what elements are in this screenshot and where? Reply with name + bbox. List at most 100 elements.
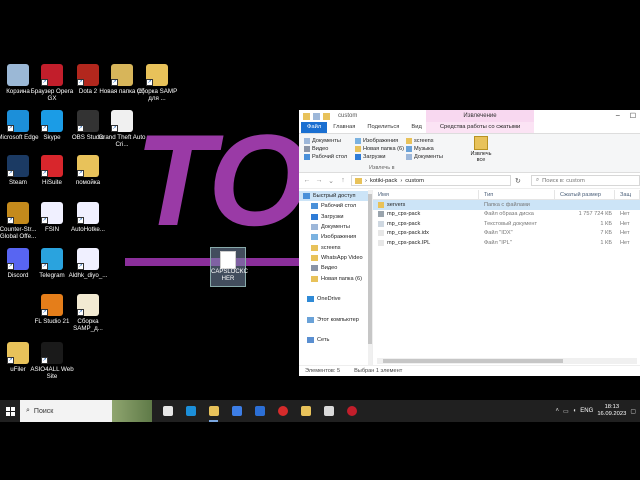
nav-item[interactable]: screens [299,242,372,252]
desktop-icon-label: AutoHotke... [70,226,106,233]
properties-icon[interactable] [313,112,320,120]
maximize-button[interactable]: ☐ [630,112,636,120]
nav-item[interactable]: Загрузки [299,212,372,222]
volume-icon[interactable]: ◖ [573,408,577,414]
ribbon-item[interactable]: Видео [304,145,347,153]
minimize-button[interactable]: – [616,112,620,120]
scrollbar-thumb[interactable] [383,359,563,363]
desktop-icon[interactable]: ↗ Grand Theft Auto Cri... [96,110,148,158]
nav-item[interactable]: WhatsApp Video [299,253,372,263]
shortcut-arrow-icon: ↗ [77,309,84,316]
opera-glyph [277,406,288,416]
start-button[interactable] [0,400,20,422]
nav-item[interactable]: Новая папка (6) [299,273,372,283]
breadcrumb-kotiki-pack[interactable]: kotiki-pack [370,178,397,184]
title-bar[interactable]: custom Извлечение – ☐ [299,110,640,122]
desktop-icon[interactable]: ↗ Сборка SAMP для ... [131,64,183,112]
ribbon-item[interactable]: Документы [406,153,443,161]
desktop-icon[interactable]: ↗ помойка [62,155,114,203]
column-compressed-size[interactable]: Сжатый размер [555,190,615,200]
navigation-pane[interactable]: Быстрый доступ Рабочий стол Загрузки Докуме… [299,190,373,365]
column-protection[interactable]: Защ [615,190,640,200]
dragged-file-icon[interactable]: CAPSLOCKC HER [210,247,249,287]
ribbon-item[interactable]: Новая папка (6) [355,145,404,153]
notifications-icon[interactable]: ▢ [630,408,636,415]
nav-item[interactable]: Этот компьютер [299,315,372,325]
status-bar: Элементов: 5 Выбран 1 элемент [299,365,640,376]
search-highlight-image [112,400,152,422]
column-type[interactable]: Тип [479,190,555,200]
ribbon-item[interactable]: Изображения [355,137,404,145]
desktop-icon[interactable]: ↗ AutoHotke... [62,202,114,250]
file-name: mp_cps-pack [387,220,421,227]
file-row[interactable]: mp_cps-pack Файл образа диска 1 757 724 КБ… [373,210,640,220]
breadcrumb-custom[interactable]: custom [405,178,424,184]
scrollbar-thumb[interactable] [368,194,372,344]
file-row[interactable]: servers Папка с файлами [373,200,640,210]
nav-item[interactable]: OneDrive [299,294,372,304]
shortcut-arrow-icon: ↗ [41,263,48,270]
opera-icon[interactable] [273,400,292,422]
task-view-icon[interactable] [158,400,177,422]
file-row[interactable]: mp_cps-pack.idx Файл "IDX" 7 КБ Нет [373,229,640,239]
refresh-icon[interactable]: ↻ [515,177,521,185]
up-icon[interactable]: ↑ [339,177,347,184]
nav-item[interactable]: Быстрый доступ [299,191,372,202]
desktop-icon-label: Сборка SAMP для ... [136,88,178,102]
ribbon-column-2: Изображения Новая папка (6) Загрузки [355,137,404,161]
pen-icon[interactable] [319,400,338,422]
mail-icon[interactable] [250,400,269,422]
desktop-icon[interactable]: ↗ Сборка SAMP_д... [62,294,114,342]
desktop-icon[interactable]: ↗ Aldhk_diyo_... [62,248,114,296]
file-explorer-window[interactable]: custom Извлечение – ☐ Файл Главная Подел… [299,110,640,376]
folder-icon[interactable] [296,400,315,422]
back-icon[interactable]: ← [303,177,311,184]
nav-scrollbar[interactable] [368,190,372,365]
file-name: mp_cps-pack.idx [387,230,429,237]
search-input[interactable]: ⌕ Поиск в: custom [530,175,640,186]
dropbox-icon[interactable] [227,400,246,422]
ribbon-item[interactable]: Рабочий стол [304,153,347,161]
ribbon-item[interactable]: Загрузки [355,153,404,161]
new-folder-icon[interactable] [323,112,330,120]
nav-item[interactable]: Видео [299,263,372,273]
explorer-icon[interactable] [204,400,223,422]
clock[interactable]: 18:13 16.09.2023 [597,404,626,418]
chevron-down-icon[interactable]: ⌄ [327,177,335,185]
tab-file[interactable]: Файл [301,122,328,133]
tab-view[interactable]: Вид [405,122,428,133]
file-name: mp_cps-pack [387,211,421,218]
nav-item[interactable]: Рабочий стол [299,201,372,211]
horizontal-scrollbar[interactable] [377,358,637,364]
network-icon[interactable]: ▭ [563,408,569,415]
nav-item[interactable]: Изображения [299,232,372,242]
nav-item-label: Быстрый доступ [313,193,356,200]
forward-icon[interactable]: → [315,177,323,184]
file-row[interactable]: mp_cps-pack.IPL Файл "IPL" 1 КБ Нет [373,238,640,248]
extract-all-button[interactable]: Извлечь все [469,136,493,163]
tab-home[interactable]: Главная [327,122,361,133]
taskbar-search[interactable]: ⌕ Поиск [20,400,152,422]
nav-item[interactable]: Документы [299,222,372,232]
explorer-glyph [208,406,219,416]
file-row[interactable]: mp_cps-pack Текстовый документ 1 КБ Нет [373,219,640,229]
ribbon-item[interactable]: Музыка [406,145,443,153]
file-size: 1 757 724 КБ [578,211,612,218]
column-name[interactable]: Имя [373,190,479,200]
chevron-up-icon[interactable]: ˄ [555,408,559,414]
file-rows: servers Папка с файлами mp_cps-pack Файл об… [373,200,640,248]
ribbon-item[interactable]: Документы [304,137,347,145]
edge-icon[interactable] [181,400,200,422]
app-icon: ↗ [41,342,63,364]
address-bar[interactable]: › kotiki-pack › custom [351,175,511,186]
nav-item[interactable]: Сеть [299,335,372,345]
file-name: servers [387,201,406,208]
dragged-file-label: CAPSLOCKC HER [211,269,249,282]
tab-compressed-tools[interactable]: Средства работы со сжатыми папками [426,122,534,141]
ribbon-item[interactable]: screens [406,137,443,145]
browser-icon[interactable] [342,400,361,422]
desktop-icon[interactable]: ↗ ASIO4ALL Web Site [26,342,78,390]
folder-icon[interactable] [303,112,310,120]
tab-share[interactable]: Поделиться [361,122,405,133]
language-indicator[interactable]: ENG [580,408,593,414]
